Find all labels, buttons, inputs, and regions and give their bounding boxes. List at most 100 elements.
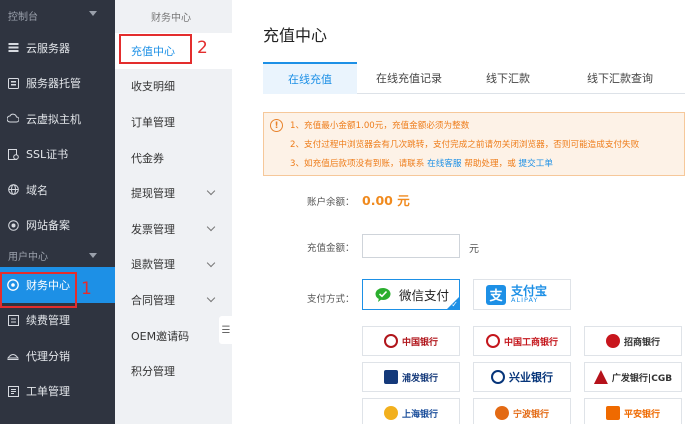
cib-logo-icon — [491, 370, 505, 384]
notice-line-3: 3、如充值后款项没有到账，请联系 在线客服 帮助处理，或 提交工单 — [290, 157, 553, 169]
bank-label: 中国银行 — [401, 337, 438, 348]
subnav-item-label: 提现管理 — [131, 187, 175, 201]
subnav-item-label: 退款管理 — [131, 258, 175, 272]
check-icon: ✓ — [451, 300, 458, 309]
pay-option-label: 微信支付 — [399, 288, 450, 303]
subnav-item-oem[interactable]: OEM邀请码 — [115, 318, 232, 354]
wechat-icon — [375, 287, 394, 303]
subnav-item-label: OEM邀请码 — [131, 329, 190, 343]
cmb-logo-icon — [605, 334, 620, 348]
notice-line-1: 1、充值最小金额1.00元，充值金额必须为整数 — [290, 121, 470, 131]
tab-offline-remittance-query[interactable]: 线下汇款查询 — [555, 62, 685, 94]
subnav-item-points[interactable]: 积分管理 — [115, 353, 232, 389]
pay-option-sublabel: ALIPAY — [511, 296, 539, 305]
sidebar-item-cloud-host[interactable]: 云虚拟主机 — [0, 101, 115, 137]
server-list-icon — [7, 42, 19, 54]
nbcb-logo-icon — [494, 406, 509, 420]
bank-label: 平安银行 — [623, 409, 660, 420]
bank-label: 兴业银行 — [509, 371, 553, 384]
bank-option-pingan[interactable]: 平安银行 — [584, 398, 682, 424]
bank-option-cmb[interactable]: 招商银行 — [584, 326, 682, 356]
subnav-item-invoice[interactable]: 发票管理 — [115, 211, 232, 247]
subnav-item-orders[interactable]: 订单管理 — [115, 104, 232, 140]
warning-icon: ! — [270, 119, 283, 132]
tab-online-recharge[interactable]: 在线充值 — [263, 62, 357, 94]
sidebar-item-server-hosting[interactable]: 服务器托管 — [0, 66, 115, 102]
tab-offline-remittance[interactable]: 线下汇款 — [461, 62, 555, 94]
pay-option-wechat[interactable]: 微信支付 ✓ — [362, 279, 460, 310]
sidebar-item-ticket[interactable]: 工单管理 — [0, 374, 115, 410]
balance-value: 0.00 元 — [362, 193, 410, 208]
subnav-item-contract[interactable]: 合同管理 — [115, 282, 232, 318]
notice-box: ! 1、充值最小金额1.00元，充值金额必须为整数 2、支付过程中浏览器会有几次… — [263, 112, 685, 176]
sidebar-item-domain[interactable]: 域名 — [0, 172, 115, 208]
alipay-text: 支付宝 ALIPAY — [511, 285, 547, 304]
svg-text:支: 支 — [488, 288, 503, 303]
subnav-item-vouchers[interactable]: 代金券 — [115, 140, 232, 176]
alipay-icon: 支 — [486, 284, 506, 305]
subnav-item-label: 代金券 — [131, 151, 164, 165]
sidebar-section-label: 用户中心 — [8, 251, 48, 263]
bank-option-cib[interactable]: 兴业银行 — [473, 362, 571, 392]
sidebar-item-cloud-server[interactable]: 云服务器 — [0, 30, 115, 66]
subnav-item-label: 收支明细 — [131, 80, 175, 94]
bank-option-spdb[interactable]: 浦发银行 — [362, 362, 460, 392]
annotation-box-2 — [119, 34, 192, 64]
sidebar-section-label: 控制台 — [8, 11, 38, 23]
sidebar-item-record[interactable]: 网站备案 — [0, 208, 115, 244]
chevron-down-icon — [206, 293, 216, 303]
tab-online-recharge-records[interactable]: 在线充值记录 — [357, 62, 461, 94]
cgb-logo-icon — [593, 370, 608, 384]
server-host-icon — [7, 77, 19, 89]
notice-line-2: 2、支付过程中浏览器会有几次跳转，支付完成之前请勿关闭浏览器，否则可能造成支付失… — [290, 140, 640, 150]
bank-option-icbc[interactable]: 中国工商银行 — [473, 326, 571, 356]
sidebar-section-user-center[interactable]: 用户中心 — [0, 243, 115, 267]
pay-option-alipay[interactable]: 支 支付宝 ALIPAY — [473, 279, 571, 310]
bank-option-bos[interactable]: 上海银行 — [362, 398, 460, 424]
sidebar-item-label: 代理分销 — [26, 349, 70, 363]
sidebar-item-label: 域名 — [26, 183, 48, 197]
bank-label: 招商银行 — [623, 337, 660, 348]
sidebar-item-label: 云服务器 — [26, 41, 70, 55]
main-content: 充值中心 在线充值 在线充值记录 线下汇款 线下汇款查询 ! 1、充值最小金额1… — [232, 0, 685, 424]
chevron-down-icon — [206, 258, 216, 267]
bank-label: 上海银行 — [401, 409, 438, 420]
sidebar-item-ssl[interactable]: SSL证书 — [0, 137, 115, 173]
amount-label: 充值金额： — [307, 243, 355, 254]
sidebar-item-label: 续费管理 — [26, 314, 70, 328]
subnav-item-refund[interactable]: 退款管理 — [115, 247, 232, 283]
bank-option-nbcb[interactable]: 宁波银行 — [473, 398, 571, 424]
icbc-logo-icon — [485, 334, 500, 348]
amount-input[interactable] — [362, 234, 460, 258]
bank-option-cgb[interactable]: 广发银行|CGB — [584, 362, 682, 392]
bank-label: 浦发银行 — [401, 373, 438, 384]
collapse-menu-icon[interactable]: ☰ — [219, 316, 233, 344]
online-service-link[interactable]: 在线客服 — [427, 159, 461, 169]
ticket-icon — [7, 385, 19, 397]
chevron-down-icon — [206, 222, 216, 232]
annotation-number-2: 2 — [197, 38, 208, 58]
bank-option-boc[interactable]: 中国银行 — [362, 326, 460, 356]
pay-method-label: 支付方式： — [307, 294, 355, 305]
sidebar-item-agent[interactable]: 代理分销 — [0, 338, 115, 374]
caret-down-icon — [89, 11, 97, 16]
cloud-host-icon — [7, 113, 19, 125]
sidebar-section-console[interactable]: 控制台 — [0, 0, 115, 30]
subnav-item-bills[interactable]: 收支明细 — [115, 69, 232, 105]
notice-line-3-prefix: 3、如充值后款项没有到账，请联系 — [290, 159, 425, 169]
submit-ticket-link[interactable]: 提交工单 — [519, 159, 553, 169]
subnav-item-label: 发票管理 — [131, 222, 175, 236]
bos-logo-icon — [383, 406, 398, 420]
sidebar-item-label: SSL证书 — [26, 148, 69, 162]
sidebar-item-label: 网站备案 — [26, 219, 70, 233]
sidebar-item-label: 工单管理 — [26, 385, 70, 399]
bank-label: 宁波银行 — [512, 409, 549, 420]
annotation-box-1 — [0, 272, 77, 308]
bank-label: 广发银行|CGB — [611, 373, 673, 384]
boc-logo-icon — [383, 334, 398, 348]
chevron-down-icon — [206, 187, 216, 196]
balance-label: 账户余额： — [307, 197, 355, 208]
subnav-item-withdraw[interactable]: 提现管理 — [115, 175, 232, 211]
notice-line-3-middle: 帮助处理，或 — [464, 159, 516, 169]
sidebar-item-label: 云虚拟主机 — [26, 112, 81, 126]
